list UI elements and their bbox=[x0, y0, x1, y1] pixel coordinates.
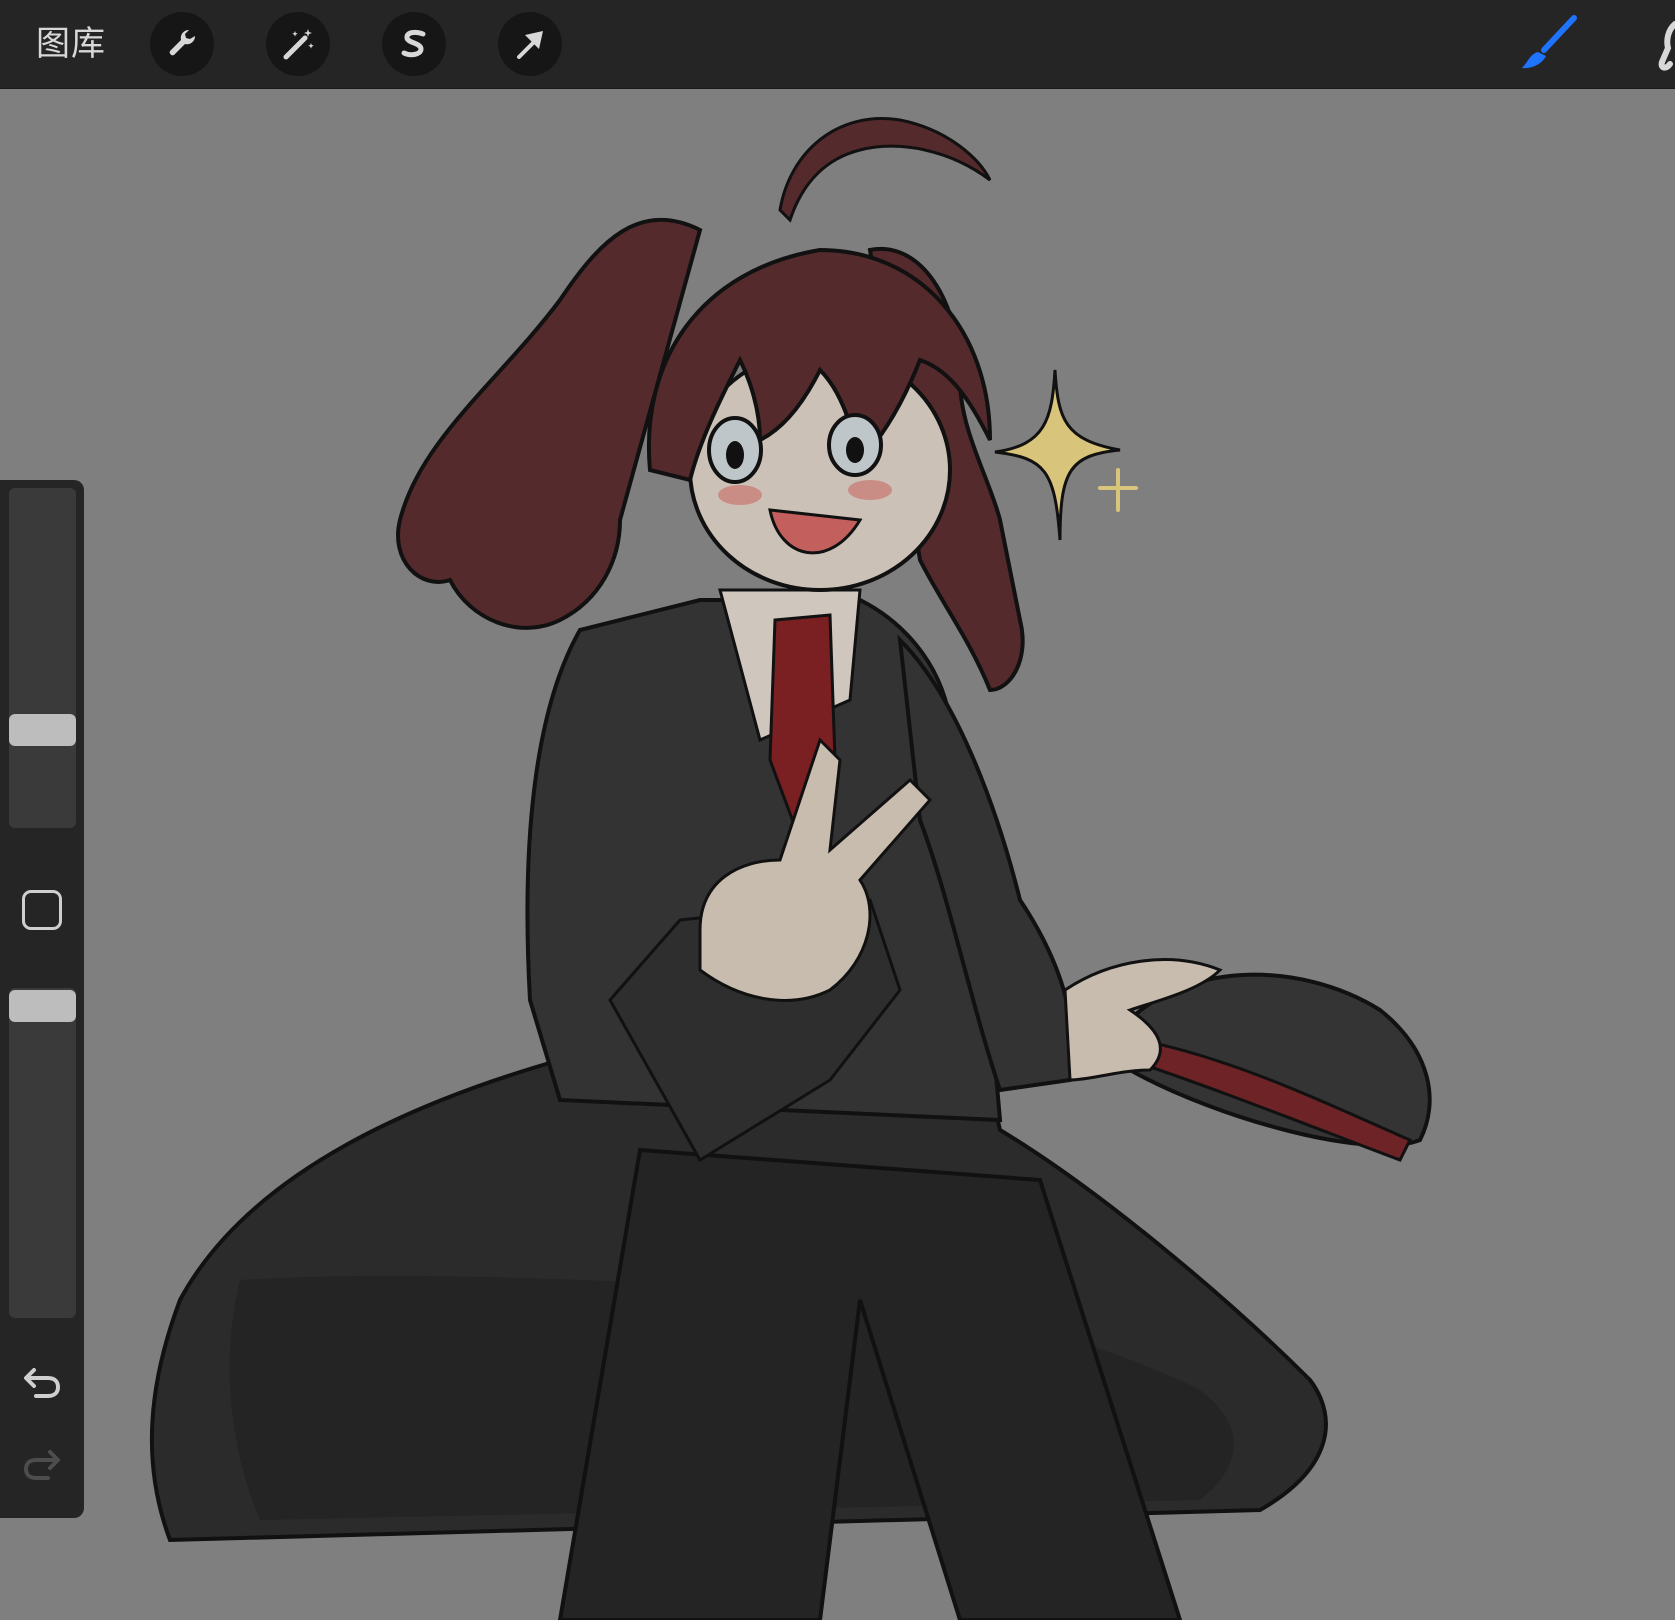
transform-button[interactable] bbox=[498, 12, 562, 76]
brush-opacity-slider[interactable] bbox=[9, 988, 76, 1318]
arrow-cursor-icon bbox=[517, 31, 543, 59]
ahoge bbox=[778, 117, 992, 223]
wrench-icon bbox=[169, 29, 196, 56]
top-toolbar: 图库 bbox=[0, 0, 1675, 89]
undo-button[interactable] bbox=[20, 1360, 64, 1404]
smudge-icon bbox=[1658, 21, 1675, 71]
magic-wand-icon bbox=[283, 29, 314, 60]
smudge-tool-button[interactable] bbox=[1652, 14, 1675, 74]
selection-s-icon bbox=[401, 29, 426, 58]
redo-icon bbox=[23, 1450, 60, 1480]
artwork-illustration bbox=[149, 117, 1432, 1620]
big-sparkle bbox=[994, 369, 1121, 541]
drawing-canvas[interactable] bbox=[0, 89, 1675, 1620]
left-pupil bbox=[726, 441, 744, 469]
redo-button[interactable] bbox=[20, 1442, 64, 1486]
gallery-button[interactable]: 图库 bbox=[36, 20, 106, 68]
brush-size-slider[interactable] bbox=[9, 488, 76, 828]
selection-button[interactable] bbox=[382, 12, 446, 76]
modify-button[interactable] bbox=[22, 890, 62, 930]
brush-tool-button[interactable] bbox=[1516, 14, 1580, 74]
adjustments-button[interactable] bbox=[266, 12, 330, 76]
undo-icon bbox=[24, 1368, 61, 1398]
right-blush bbox=[848, 480, 892, 500]
small-sparkle bbox=[1098, 468, 1138, 512]
actions-button[interactable] bbox=[150, 12, 214, 76]
left-sidebar bbox=[0, 480, 84, 1518]
brush-icon bbox=[1522, 15, 1577, 69]
brush-opacity-thumb[interactable] bbox=[9, 990, 76, 1022]
right-pupil bbox=[846, 437, 864, 463]
brush-size-thumb[interactable] bbox=[9, 714, 76, 746]
left-blush bbox=[718, 485, 762, 505]
